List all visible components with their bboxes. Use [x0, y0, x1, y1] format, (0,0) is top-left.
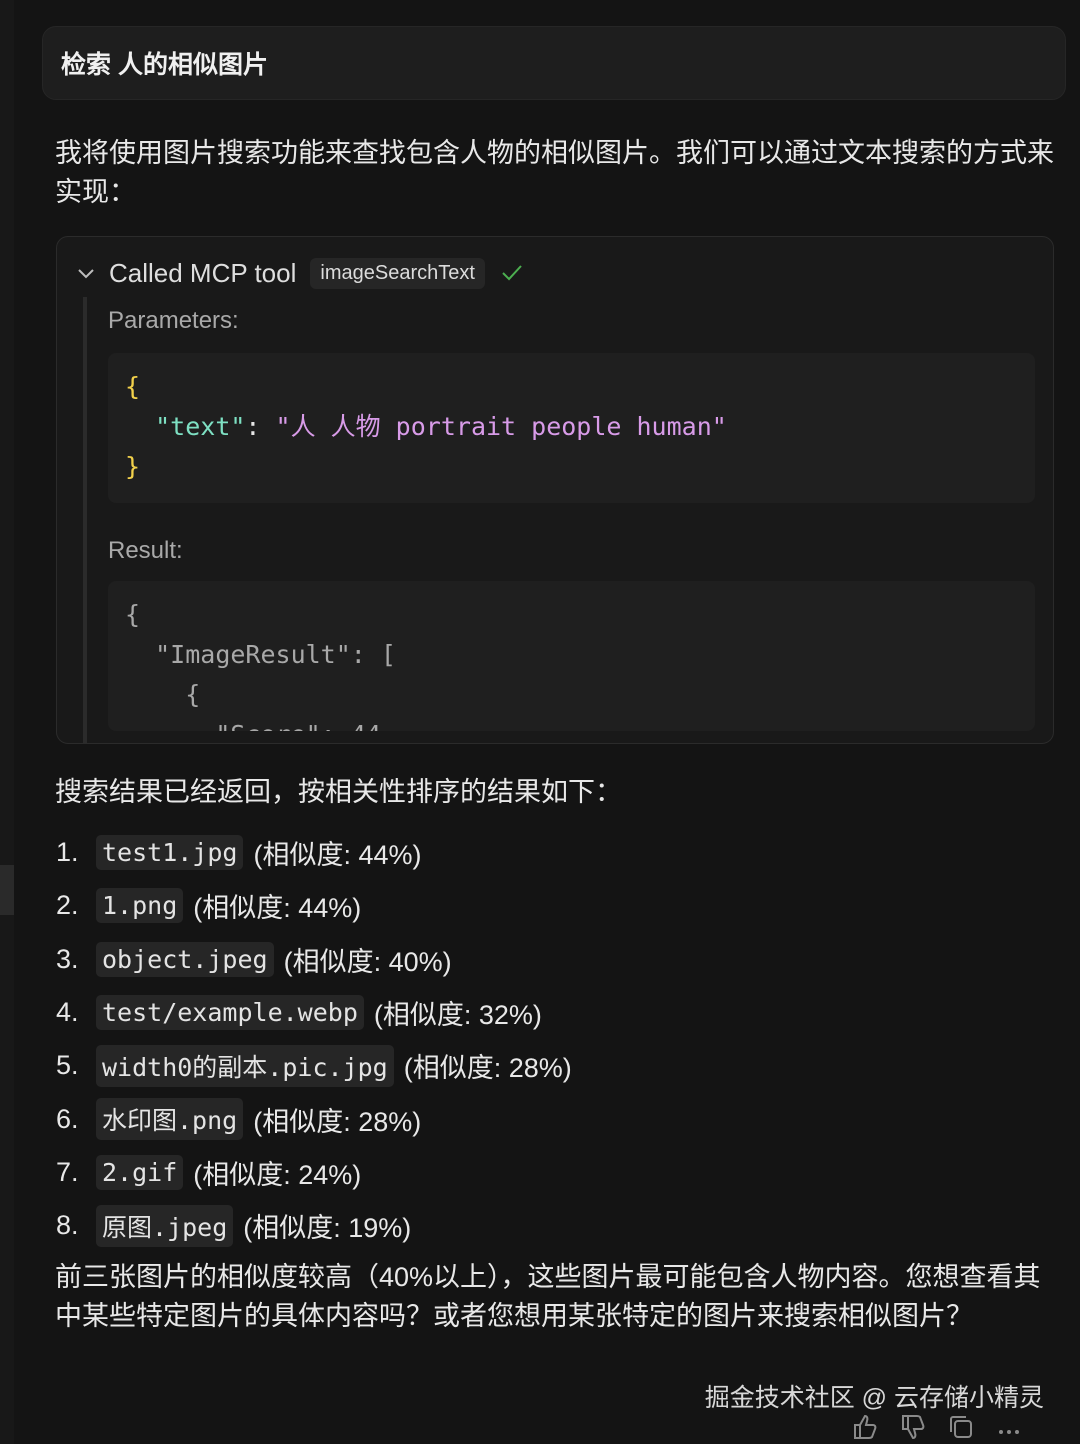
param-key: "text" [155, 412, 246, 441]
file-name: 1.png [96, 888, 184, 924]
assistant-intro: 我将使用图片搜索功能来查找包含人物的相似图片。我们可以通过文本搜索的方式来实现： [55, 138, 1054, 207]
result-label: Result: [108, 537, 183, 564]
file-name: test/example.webp [96, 995, 364, 1031]
more-icon[interactable] [994, 1412, 1024, 1442]
results-list: 1. test1.jpg (相似度: 44%) 2. 1.png (相似度: 44%) … [56, 826, 572, 1252]
user-query-card: 检索 人的相似图片 [42, 26, 1066, 100]
file-name: object.jpeg [96, 941, 274, 977]
param-value: "人 人物 portrait people human" [275, 412, 727, 441]
results-intro: 搜索结果已经返回，按相关性排序的结果如下： [55, 777, 622, 807]
tool-call-guide-line [83, 297, 87, 743]
similarity-score: (相似度: 44%) [253, 840, 422, 871]
list-item: 4. test/example.webp (相似度: 32%) [56, 986, 572, 1039]
assistant-conclusion: 前三张图片的相似度较高（40%以上），这些图片最可能包含人物内容。您想查看其中某… [55, 1262, 1041, 1331]
similarity-score: (相似度: 19%) [243, 1213, 412, 1244]
similarity-score: (相似度: 40%) [283, 946, 452, 977]
list-item: 3. object.jpeg (相似度: 40%) [56, 933, 572, 986]
list-item: 8. 原图.jpeg (相似度: 19%) [56, 1199, 572, 1252]
parameters-label: Parameters: [108, 307, 239, 334]
file-name: 原图.jpeg [96, 1204, 234, 1247]
watermark-text: 掘金技术社区 @ 云存储小精灵 [704, 1384, 1044, 1412]
check-icon [502, 265, 522, 281]
similarity-score: (相似度: 24%) [193, 1159, 362, 1190]
user-query-text: 检索 人的相似图片 [61, 51, 268, 79]
list-item: 2. 1.png (相似度: 44%) [56, 879, 572, 932]
file-name: 水印图.png [96, 1098, 244, 1141]
tool-name-badge: imageSearchText [310, 257, 485, 289]
result-line: "ImageResult": [ [155, 640, 396, 669]
similarity-score: (相似度: 32%) [373, 1000, 542, 1031]
parameters-code-block: { "text": "人 人物 portrait people human" } [108, 353, 1035, 503]
list-item: 6. 水印图.png (相似度: 28%) [56, 1092, 572, 1145]
list-item: 1. test1.jpg (相似度: 44%) [56, 826, 572, 879]
tool-call-title: Called MCP tool [109, 257, 297, 288]
similarity-score: (相似度: 28%) [403, 1053, 572, 1084]
file-name: test1.jpg [96, 835, 244, 871]
copy-icon[interactable] [946, 1412, 976, 1442]
side-panel-edge [0, 0, 14, 1444]
thumbs-up-icon[interactable] [850, 1412, 880, 1442]
message-actions [850, 1412, 1024, 1442]
side-panel-handle[interactable] [0, 865, 14, 915]
list-item: 7. 2.gif (相似度: 24%) [56, 1146, 572, 1199]
similarity-score: (相似度: 28%) [253, 1106, 422, 1137]
tool-call-header[interactable]: Called MCP tool imageSearchText [75, 253, 525, 293]
chevron-down-icon[interactable] [75, 262, 97, 284]
result-line-clipped: "Score": 44 [215, 720, 381, 731]
file-name: 2.gif [96, 1154, 184, 1190]
thumbs-down-icon[interactable] [898, 1412, 928, 1442]
file-name: width0的副本.pic.jpg [96, 1044, 394, 1087]
result-code-block[interactable]: { "ImageResult": [ { "Score": 44 [108, 581, 1035, 731]
list-item: 5. width0的副本.pic.jpg (相似度: 28%) [56, 1039, 572, 1092]
similarity-score: (相似度: 44%) [193, 893, 362, 924]
tool-call-card: Called MCP tool imageSearchText Paramete… [56, 236, 1054, 744]
